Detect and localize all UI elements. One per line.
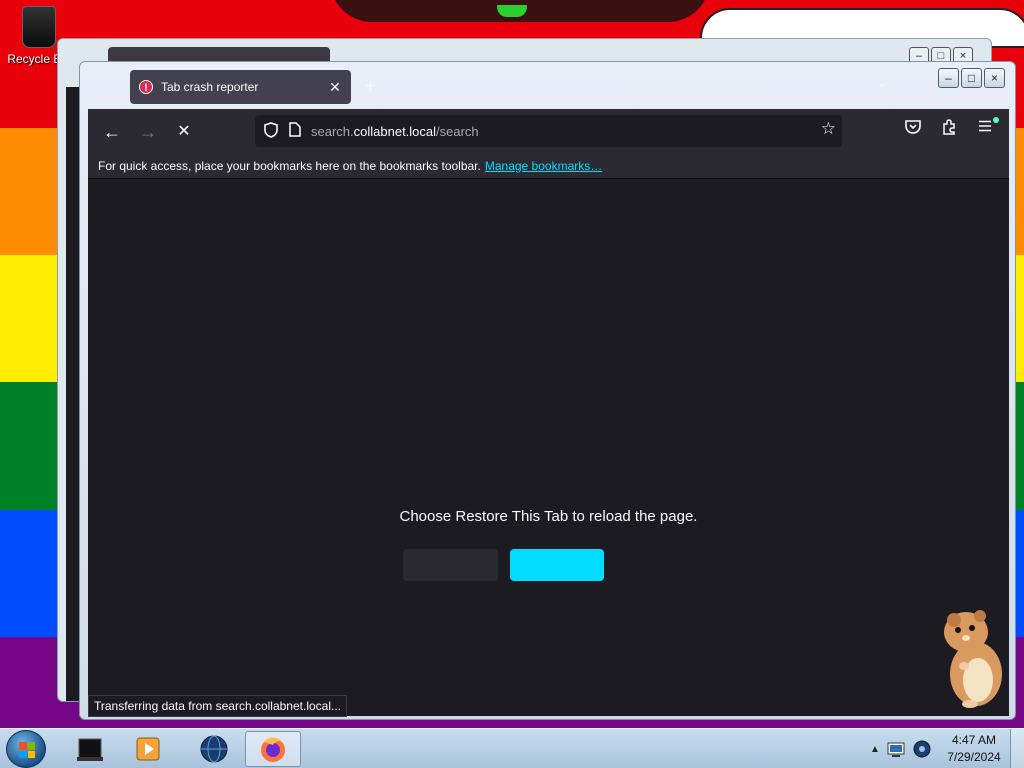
window-controls: – □ × — [938, 68, 1005, 88]
clock-time: 4:47 AM — [951, 733, 997, 747]
update-dot-icon — [993, 117, 999, 123]
back-button[interactable]: ← — [98, 119, 126, 145]
minimize-button[interactable]: – — [938, 68, 959, 88]
manage-bookmarks-link[interactable]: Manage bookmarks… — [485, 159, 602, 173]
clock-date: 7/29/2024 — [947, 750, 1001, 764]
taskbar-firefox[interactable] — [245, 731, 301, 767]
crash-message: Choose Restore This Tab to reload the pa… — [399, 508, 698, 525]
new-tab-icon[interactable]: + — [365, 76, 376, 97]
url-host: collabnet.local — [353, 123, 437, 139]
url-bar[interactable]: search.collabnet.local/search ☆ — [255, 115, 842, 147]
tab-title: Tab crash reporter — [161, 80, 259, 94]
taskbar-network-app[interactable] — [186, 731, 242, 767]
close-tab-button[interactable] — [403, 549, 498, 581]
chevron-down-icon[interactable]: ⌄ — [877, 76, 887, 90]
bookmark-star-icon[interactable]: ☆ — [821, 119, 836, 139]
network-tray-icon[interactable] — [886, 739, 906, 759]
url-prefix: search. — [311, 123, 354, 139]
globe-icon — [200, 735, 228, 763]
pocket-icon[interactable] — [901, 119, 925, 139]
start-button[interactable] — [6, 730, 46, 768]
url-path: /search — [436, 123, 479, 139]
taskbar-terminal[interactable] — [62, 731, 118, 767]
forward-button[interactable]: → — [134, 119, 162, 145]
taskbar-clock[interactable]: 4:47 AM 7/29/2024 — [940, 732, 1008, 766]
extensions-icon[interactable] — [937, 119, 961, 140]
url-text: search.collabnet.local/search — [311, 124, 479, 139]
recycle-bin-icon — [22, 6, 56, 48]
stop-loading-button[interactable]: ✕ — [170, 119, 198, 145]
status-bar: Transferring data from search.collabnet.… — [88, 695, 348, 717]
volume-tray-icon[interactable] — [912, 739, 932, 759]
close-button[interactable]: × — [984, 68, 1005, 88]
tab-crash-reporter[interactable]: ! Tab crash reporter ✕ — [130, 70, 351, 104]
bookmarks-hint: For quick access, place your bookmarks h… — [98, 158, 481, 173]
bookmarks-toolbar: For quick access, place your bookmarks h… — [88, 153, 1009, 179]
hamster-mascot-icon[interactable] — [940, 604, 1006, 710]
browser-toolbar: ← → ✕ search.collabnet.local/search ☆ Fo… — [88, 109, 1009, 179]
maximize-button[interactable]: □ — [961, 68, 982, 88]
restore-tab-button[interactable] — [510, 549, 604, 581]
windows-logo-icon — [19, 742, 35, 758]
page-icon[interactable] — [283, 122, 307, 140]
taskbar-media-player[interactable] — [120, 731, 176, 767]
menu-icon[interactable] — [973, 117, 999, 137]
page-content: Choose Restore This Tab to reload the pa… — [88, 179, 1009, 717]
firefox-icon — [261, 737, 285, 762]
tray-expand-icon[interactable]: ▲ — [870, 744, 880, 755]
shield-icon[interactable] — [259, 121, 283, 141]
terminal-icon — [77, 738, 103, 761]
tab-close-icon[interactable]: ✕ — [328, 79, 342, 96]
browser-window[interactable]: ! Tab crash reporter ✕ + ⌄ – □ × ← → ✕ s… — [79, 61, 1016, 720]
media-player-icon — [136, 737, 160, 761]
alert-icon: ! — [139, 80, 153, 94]
taskbar: ▲ 4:47 AM 7/29/2024 — [0, 728, 1024, 768]
system-tray: ▲ — [862, 729, 940, 768]
show-desktop-button[interactable] — [1010, 729, 1024, 768]
